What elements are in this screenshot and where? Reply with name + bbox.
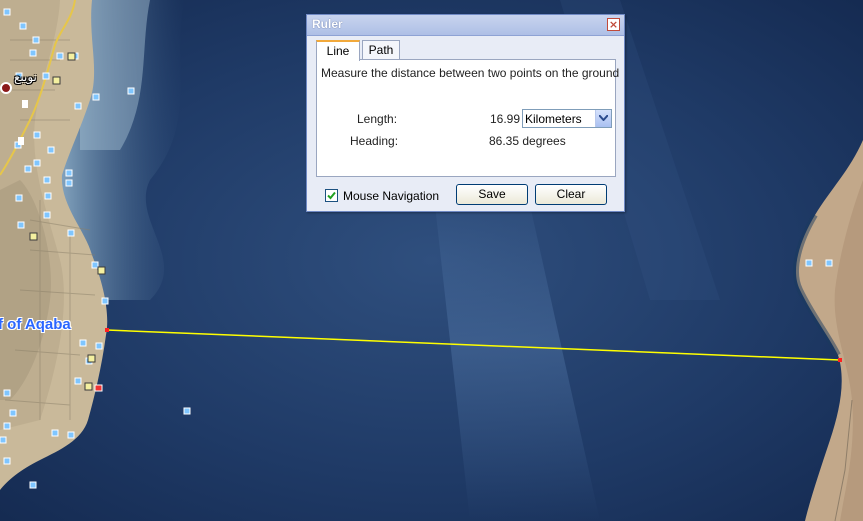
close-icon[interactable]: × bbox=[607, 18, 620, 31]
measure-end-point bbox=[838, 358, 842, 362]
ruler-title: Ruler bbox=[312, 17, 343, 31]
length-value: 16.99 bbox=[490, 112, 521, 126]
save-button[interactable]: Save bbox=[456, 184, 528, 205]
unit-select[interactable]: Kilometers bbox=[522, 109, 612, 128]
length-label: Length: bbox=[357, 112, 398, 126]
mouse-navigation-checkbox[interactable] bbox=[325, 189, 338, 202]
heading-value: 86.35 degrees bbox=[489, 134, 566, 148]
tab-line[interactable]: Line bbox=[316, 40, 360, 61]
ruler-dialog: Ruler × Line Path Measure the distance b… bbox=[306, 14, 625, 212]
unit-select-value: Kilometers bbox=[525, 112, 582, 126]
instruction-text: Measure the distance between two points … bbox=[321, 66, 620, 80]
mouse-navigation-label[interactable]: Mouse Navigation bbox=[343, 189, 439, 203]
ruler-footer: Mouse Navigation Save Clear bbox=[307, 183, 624, 211]
town-marker bbox=[0, 82, 12, 94]
line-tab-panel: Measure the distance between two points … bbox=[316, 59, 620, 177]
chevron-down-icon[interactable] bbox=[595, 110, 611, 127]
tab-path[interactable]: Path bbox=[362, 40, 400, 60]
heading-label: Heading: bbox=[350, 134, 399, 148]
clear-button[interactable]: Clear bbox=[535, 184, 607, 205]
region-label: f of Aqaba bbox=[0, 316, 71, 333]
ruler-titlebar[interactable]: Ruler × bbox=[307, 15, 624, 36]
measure-start-point bbox=[105, 328, 109, 332]
place-label: نويبع bbox=[14, 70, 37, 84]
